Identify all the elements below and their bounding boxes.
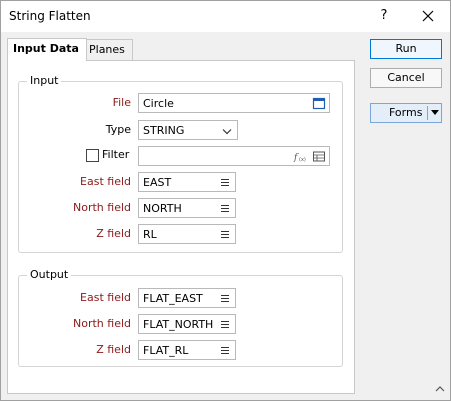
output-east-field-input[interactable]: FLAT_EAST bbox=[138, 288, 236, 308]
tab-panel-input-data: Input File Circle Type STRING Filter f (… bbox=[7, 60, 355, 394]
tab-input-data[interactable]: Input Data bbox=[7, 38, 87, 61]
east-field-value: EAST bbox=[143, 176, 172, 189]
filter-input[interactable]: f (x) bbox=[138, 146, 330, 166]
file-label: File bbox=[112, 96, 131, 109]
forms-button[interactable]: Forms bbox=[370, 103, 442, 123]
output-east-field-label: East field bbox=[80, 291, 131, 304]
north-field-label: North field bbox=[73, 201, 131, 214]
list-icon[interactable] bbox=[218, 202, 232, 215]
east-field-label: East field bbox=[80, 175, 131, 188]
input-group-legend: Input bbox=[27, 74, 62, 87]
output-north-field-label: North field bbox=[73, 317, 131, 330]
table-icon[interactable] bbox=[312, 150, 326, 163]
forms-label: Forms bbox=[389, 106, 423, 119]
title-bar: String Flatten ? bbox=[1, 1, 450, 32]
z-field-input[interactable]: RL bbox=[138, 224, 236, 244]
dialog-window: String Flatten ? Input Data Planes Input… bbox=[0, 0, 451, 401]
north-field-input[interactable]: NORTH bbox=[138, 198, 236, 218]
output-z-field-label: Z field bbox=[96, 343, 131, 356]
chevron-up-icon[interactable] bbox=[434, 384, 446, 394]
east-field-input[interactable]: EAST bbox=[138, 172, 236, 192]
z-field-label: Z field bbox=[96, 227, 131, 240]
chevron-down-icon bbox=[222, 129, 232, 135]
list-icon[interactable] bbox=[218, 176, 232, 189]
close-icon[interactable] bbox=[419, 7, 437, 25]
expression-icon[interactable]: f (x) bbox=[293, 150, 307, 163]
output-z-field-input[interactable]: FLAT_RL bbox=[138, 340, 236, 360]
type-select[interactable]: STRING bbox=[138, 120, 238, 140]
list-icon[interactable] bbox=[218, 318, 232, 331]
type-value: STRING bbox=[143, 124, 185, 137]
list-icon[interactable] bbox=[218, 228, 232, 241]
run-button[interactable]: Run bbox=[370, 39, 442, 59]
output-north-field-value: FLAT_NORTH bbox=[143, 318, 214, 331]
z-field-value: RL bbox=[143, 228, 157, 241]
type-label: Type bbox=[105, 123, 131, 136]
window-title: String Flatten bbox=[9, 9, 91, 23]
file-input[interactable]: Circle bbox=[138, 93, 330, 113]
file-value: Circle bbox=[143, 97, 174, 110]
output-z-field-value: FLAT_RL bbox=[143, 344, 189, 357]
output-north-field-input[interactable]: FLAT_NORTH bbox=[138, 314, 236, 334]
help-icon[interactable]: ? bbox=[375, 7, 393, 25]
output-group-legend: Output bbox=[27, 268, 72, 281]
forms-separator bbox=[427, 106, 428, 120]
north-field-value: NORTH bbox=[143, 202, 182, 215]
output-east-field-value: FLAT_EAST bbox=[143, 292, 203, 305]
list-icon[interactable] bbox=[218, 292, 232, 305]
list-icon[interactable] bbox=[218, 344, 232, 357]
filter-label: Filter bbox=[102, 148, 130, 161]
browse-icon[interactable] bbox=[312, 97, 326, 110]
filter-checkbox[interactable] bbox=[86, 149, 99, 162]
tab-planes[interactable]: Planes bbox=[83, 39, 133, 60]
chevron-down-icon[interactable] bbox=[431, 110, 439, 115]
svg-text:(x): (x) bbox=[299, 157, 306, 163]
cancel-button[interactable]: Cancel bbox=[370, 68, 442, 88]
